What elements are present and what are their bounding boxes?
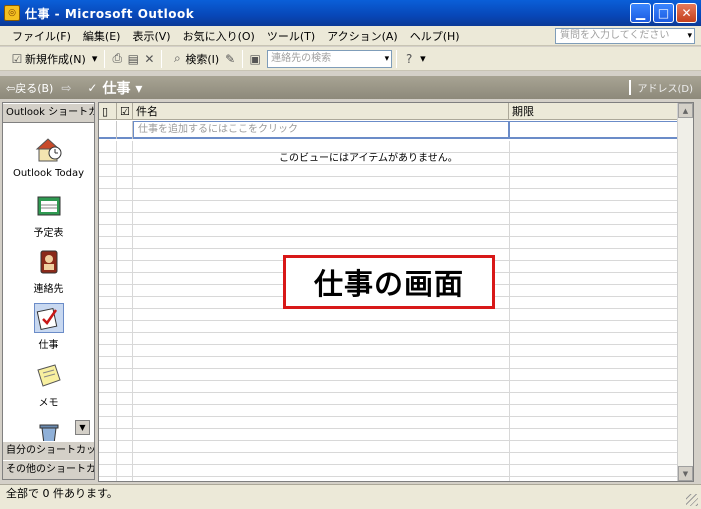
- scroll-down-button[interactable]: ▼: [678, 466, 693, 481]
- title-bar: ◎ 仕事 - Microsoft Outlook ▁ □ ✕: [0, 0, 701, 26]
- empty-view-message: このビューにはアイテムがありません。: [279, 153, 458, 164]
- window-title: 仕事 - Microsoft Outlook: [25, 6, 195, 21]
- find-button[interactable]: ⌕ 検索(I): [166, 49, 222, 69]
- shortcut-group-my-shortcuts[interactable]: 自分のショートカット: [3, 441, 94, 461]
- shortcut-tasks[interactable]: 仕事: [3, 303, 94, 351]
- tasks-folder-icon: ✓: [87, 80, 98, 95]
- help-icon[interactable]: ?: [401, 51, 417, 67]
- shortcut-contacts[interactable]: 連絡先: [3, 247, 94, 295]
- toolbar-divider: [161, 49, 163, 68]
- column-subject-header[interactable]: 件名: [133, 103, 509, 120]
- new-button[interactable]: ☑ 新規作成(N): [6, 49, 89, 69]
- tasks-icon: [33, 303, 64, 333]
- folder-name-label: 仕事: [102, 80, 131, 97]
- notes-icon: [34, 361, 64, 391]
- checkbox-icon: ☑: [120, 104, 130, 118]
- back-button[interactable]: ⇦戻る(B): [6, 80, 53, 96]
- contact-search-placeholder: 連絡先の検索: [271, 52, 332, 64]
- help-question-placeholder: 質問を入力してください: [560, 30, 670, 41]
- chevron-down-icon[interactable]: ▾: [385, 51, 390, 67]
- minimize-button[interactable]: ▁: [630, 3, 651, 23]
- organize-icon[interactable]: ✎: [222, 51, 238, 67]
- move-to-folder-icon[interactable]: ▤: [125, 51, 141, 67]
- help-dropdown-button[interactable]: ▾: [417, 49, 429, 69]
- folder-name[interactable]: 仕事 ▾: [102, 78, 142, 98]
- resize-grip-icon[interactable]: [686, 494, 698, 506]
- delete-icon[interactable]: ✕: [141, 51, 157, 67]
- column-due-header[interactable]: 期限: [509, 103, 679, 120]
- shortcut-label: メモ: [38, 398, 59, 409]
- find-icon: ⌕: [173, 51, 181, 65]
- status-bar: 全部で 0 件あります。: [0, 484, 701, 509]
- outlook-app-icon[interactable]: ◎: [4, 5, 20, 21]
- scroll-up-button[interactable]: ▲: [678, 103, 693, 118]
- folder-banner: ⇦戻る(B) ⇨ ✓ 仕事 ▾ アドレス(D): [0, 76, 701, 99]
- shortcut-group-header[interactable]: Outlook ショートカ..: [3, 103, 94, 123]
- shortcut-scroll-down-button[interactable]: ▼: [75, 420, 90, 435]
- forward-arrow-icon[interactable]: ⇨: [61, 81, 71, 95]
- new-task-input[interactable]: 仕事を追加するにはここをクリック: [133, 121, 509, 139]
- column-complete-header[interactable]: ☑: [117, 103, 133, 120]
- new-task-icon: ☑: [11, 51, 23, 66]
- new-task-row[interactable]: 仕事を追加するにはここをクリック: [99, 121, 679, 139]
- shortcut-notes[interactable]: メモ: [3, 361, 94, 409]
- toolbar-divider: [104, 49, 106, 68]
- outlook-today-icon: [34, 135, 64, 165]
- shortcut-label: 仕事: [38, 340, 59, 351]
- shortcut-calendar[interactable]: 予定表: [3, 191, 94, 239]
- column-icon-header[interactable]: ▯: [99, 103, 117, 120]
- item-count-status: 全部で 0 件あります。: [6, 487, 118, 500]
- menu-view[interactable]: 表示(V): [126, 28, 176, 44]
- shortcut-list: Outlook Today 予定表 連絡先 仕事 メモ: [3, 123, 94, 441]
- shortcut-label: 予定表: [33, 228, 64, 239]
- new-dropdown-button[interactable]: ▾: [89, 49, 101, 69]
- address-button[interactable]: アドレス(D): [629, 80, 693, 95]
- task-list-header: ▯ ☑ 件名 期限: [99, 103, 679, 120]
- standard-toolbar: ☑ 新規作成(N) ▾ ⎙ ▤ ✕ ⌕ 検索(I) ✎ ▣ 連絡先の検索 ▾ ?…: [0, 47, 701, 71]
- chevron-down-icon[interactable]: ▾: [687, 29, 692, 43]
- vertical-scrollbar[interactable]: ▲ ▼: [677, 103, 693, 481]
- find-button-label: 検索(I): [185, 52, 220, 66]
- help-question-input[interactable]: 質問を入力してください ▾: [555, 28, 695, 44]
- new-task-due-input[interactable]: [509, 121, 679, 139]
- shortcut-outlook-today[interactable]: Outlook Today: [3, 135, 94, 179]
- toolbar-divider: [242, 49, 244, 68]
- contacts-icon: [34, 247, 64, 277]
- shortcut-label: 連絡先: [33, 284, 64, 295]
- tasks-screen-callout: 仕事の画面: [283, 255, 495, 309]
- outlook-shortcut-bar: Outlook ショートカ.. Outlook Today 予定表 連絡先 仕事: [2, 102, 95, 480]
- print-icon[interactable]: ⎙: [109, 51, 125, 67]
- new-button-label: 新規作成(N): [25, 52, 86, 66]
- item-type-icon: ▯: [102, 104, 109, 118]
- deleted-items-icon: [34, 417, 64, 441]
- menu-actions[interactable]: アクション(A): [321, 28, 404, 44]
- back-button-label: 戻る(B): [15, 81, 54, 95]
- task-rows-area[interactable]: [99, 141, 679, 481]
- maximize-button[interactable]: □: [653, 3, 674, 23]
- menu-tools[interactable]: ツール(T): [261, 28, 321, 44]
- close-button[interactable]: ✕: [676, 3, 697, 23]
- menu-file[interactable]: ファイル(F): [6, 28, 77, 44]
- menu-help[interactable]: ヘルプ(H): [404, 28, 466, 44]
- menu-edit[interactable]: 編集(E): [77, 28, 127, 44]
- shortcut-group-other-shortcuts[interactable]: その他のショートカ..: [3, 460, 94, 480]
- contact-search-input[interactable]: 連絡先の検索 ▾: [267, 49, 393, 68]
- address-book-icon[interactable]: ▣: [247, 51, 263, 67]
- toolbar-divider: [396, 49, 398, 68]
- menu-favorites[interactable]: お気に入り(O): [177, 28, 261, 44]
- shortcut-label: Outlook Today: [12, 168, 85, 179]
- calendar-icon: [34, 191, 64, 221]
